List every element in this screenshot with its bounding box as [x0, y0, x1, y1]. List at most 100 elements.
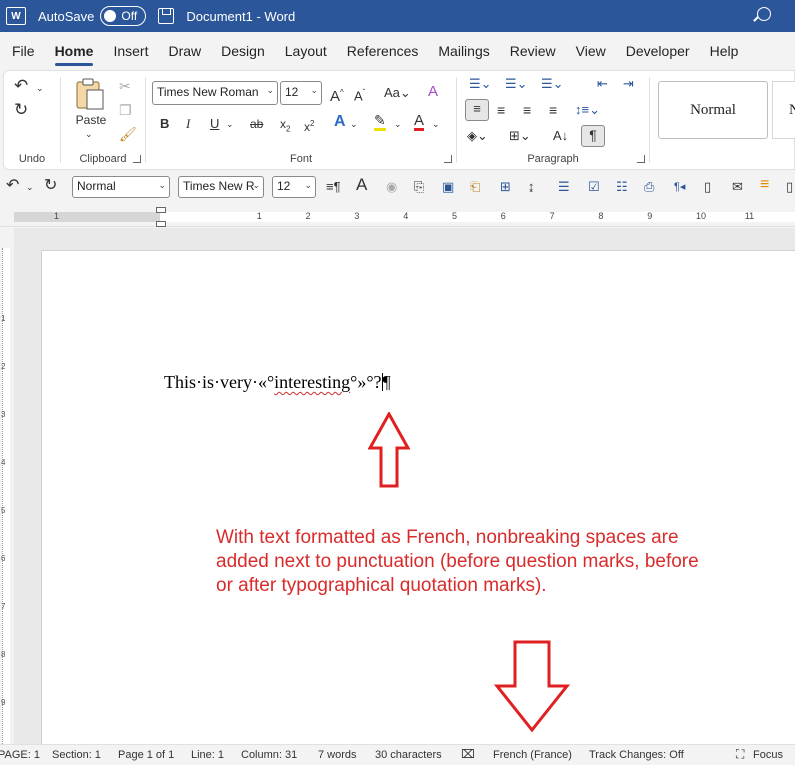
justify-icon[interactable]: ≡	[549, 101, 557, 119]
font-name-combo[interactable]: Times New Roman ⌄	[152, 81, 278, 105]
list-icon[interactable]: ☷	[616, 178, 628, 196]
circle-icon[interactable]: ◉	[386, 178, 397, 196]
italic-icon[interactable]: I	[186, 115, 190, 133]
status-language[interactable]: French (France)	[493, 749, 572, 761]
decrease-indent-icon[interactable]: ⇤	[597, 75, 608, 93]
borders-icon[interactable]: ⊞⌄	[509, 127, 531, 145]
status-section[interactable]: Section: 1	[52, 749, 101, 761]
sort-az-icon[interactable]: ↨	[528, 178, 535, 196]
copy-icon[interactable]: ❐	[119, 101, 132, 119]
align-center-icon[interactable]: ≡	[497, 101, 505, 119]
blank-page-icon[interactable]: ▯	[704, 178, 711, 196]
tab-insert[interactable]: Insert	[103, 32, 158, 70]
tab-help[interactable]: Help	[700, 32, 749, 70]
tab-file[interactable]: File	[2, 32, 45, 70]
status-character-count[interactable]: 30 characters	[375, 749, 442, 761]
status-focus[interactable]: Focus	[753, 749, 783, 761]
status-column[interactable]: Column: 31	[241, 749, 297, 761]
increase-indent-icon[interactable]: ⇥	[623, 75, 634, 93]
line-spacing-icon[interactable]: ↕≡⌄	[575, 101, 600, 119]
paste-icon[interactable]	[75, 77, 105, 111]
proofing-icon[interactable]: ⌧	[461, 747, 475, 761]
align-left-icon[interactable]: ≡	[465, 99, 489, 121]
font-launcher-icon[interactable]	[444, 155, 452, 163]
text-box-icon[interactable]: ▣	[442, 178, 454, 196]
numbering-icon[interactable]: ☰⌄	[505, 75, 528, 93]
style-normal[interactable]: Normal	[658, 81, 768, 139]
text-effects-icon[interactable]: A	[334, 113, 346, 131]
status-page-number[interactable]: PAGE: 1	[0, 749, 40, 761]
indent-marker-icon[interactable]	[156, 207, 166, 227]
mail-icon[interactable]: ✉	[732, 178, 743, 196]
sort-icon[interactable]: A↓	[553, 127, 568, 145]
underline-dropdown-icon[interactable]: ⌄	[226, 115, 234, 133]
multilevel-list-icon[interactable]: ☰⌄	[541, 75, 564, 93]
tab-design[interactable]: Design	[211, 32, 275, 70]
status-word-count[interactable]: 7 words	[318, 749, 357, 761]
paragraph-mark-icon[interactable]: ≡¶	[326, 178, 341, 196]
status-line[interactable]: Line: 1	[191, 749, 224, 761]
clear-formatting-icon[interactable]: A	[428, 83, 438, 101]
qat-size-combo[interactable]: 12 ⌄	[272, 176, 316, 198]
tab-mailings[interactable]: Mailings	[428, 32, 499, 70]
superscript-icon[interactable]: x2	[304, 115, 314, 136]
redo-icon[interactable]: ↻	[14, 101, 28, 119]
clipboard-icon[interactable]: ⎗	[470, 178, 480, 196]
document-page[interactable]	[41, 250, 795, 765]
clipboard-launcher-icon[interactable]	[133, 155, 141, 163]
autosave-toggle[interactable]: Off	[100, 6, 147, 26]
cut-icon[interactable]: ✂	[119, 77, 131, 95]
qat-redo-icon[interactable]: ↻	[44, 177, 57, 195]
undo-icon[interactable]: ↶	[14, 77, 28, 95]
qat-font-combo[interactable]: Times New R ⌄	[178, 176, 264, 198]
tab-draw[interactable]: Draw	[158, 32, 211, 70]
status-track-changes[interactable]: Track Changes: Off	[589, 749, 684, 761]
format-icon[interactable]: ⎘	[414, 178, 424, 196]
document-check-icon[interactable]: ☑	[588, 178, 600, 196]
qat-undo-icon[interactable]: ↶	[6, 177, 19, 195]
document-text[interactable]: This·is·very·«°interesting°»°?¶	[164, 372, 391, 393]
align-right-icon[interactable]: ≡	[523, 101, 531, 119]
bullets-icon[interactable]: ☰⌄	[469, 75, 492, 93]
paste-dropdown-icon[interactable]: ⌄	[85, 125, 93, 143]
save-icon[interactable]	[158, 8, 175, 24]
menu-icon[interactable]: ≡	[760, 176, 769, 194]
tab-developer[interactable]: Developer	[616, 32, 700, 70]
highlight-dropdown-icon[interactable]: ⌄	[394, 115, 402, 133]
more-icon[interactable]: ▯	[786, 178, 793, 196]
paragraph-spacing-icon[interactable]: ☰	[558, 178, 570, 196]
search-icon[interactable]	[757, 7, 771, 21]
font-size-combo[interactable]: 12 ⌄	[280, 81, 322, 105]
paragraph-launcher-icon[interactable]	[637, 155, 645, 163]
shrink-font-icon[interactable]: Aˇ	[354, 84, 365, 105]
font-icon[interactable]: A	[356, 176, 367, 194]
tab-home[interactable]: Home	[45, 32, 104, 70]
font-color-dropdown-icon[interactable]: ⌄	[432, 115, 440, 133]
format-painter-icon[interactable]: 🖌	[119, 125, 137, 143]
vertical-ruler[interactable]: 1 2 3 4 5 6 7 8 9	[0, 228, 14, 744]
table-icon[interactable]: ⊞	[500, 178, 511, 196]
change-case-icon[interactable]: Aa⌄	[384, 84, 411, 102]
tab-view[interactable]: View	[566, 32, 616, 70]
show-formatting-icon[interactable]: ¶	[581, 125, 605, 147]
text-effects-dropdown-icon[interactable]: ⌄	[350, 115, 358, 133]
page-arrow-icon[interactable]: ⎙	[644, 178, 654, 196]
qat-undo-dropdown-icon[interactable]: ⌄	[26, 178, 34, 196]
highlight-icon[interactable]: ✎	[374, 113, 386, 131]
underline-icon[interactable]: U	[210, 115, 219, 133]
subscript-icon[interactable]: x2	[280, 115, 290, 138]
spell-error-word[interactable]: interesting	[274, 372, 350, 392]
qat-style-combo[interactable]: Normal ⌄	[72, 176, 170, 198]
font-color-icon[interactable]: A	[414, 113, 425, 131]
ltr-rtl-icon[interactable]: ¶◂	[674, 178, 685, 196]
style-next[interactable]: N	[772, 81, 795, 139]
horizontal-ruler[interactable]: 1 1 2 3 4 5 6 7 8 9 10 11	[0, 205, 795, 227]
tab-layout[interactable]: Layout	[275, 32, 337, 70]
tab-review[interactable]: Review	[500, 32, 566, 70]
strikethrough-icon[interactable]: ab	[250, 115, 263, 133]
bold-icon[interactable]: B	[160, 115, 169, 133]
grow-font-icon[interactable]: A^	[330, 84, 344, 106]
status-page-of[interactable]: Page 1 of 1	[118, 749, 174, 761]
focus-icon[interactable]: ⛶	[736, 747, 744, 762]
tab-references[interactable]: References	[337, 32, 429, 70]
